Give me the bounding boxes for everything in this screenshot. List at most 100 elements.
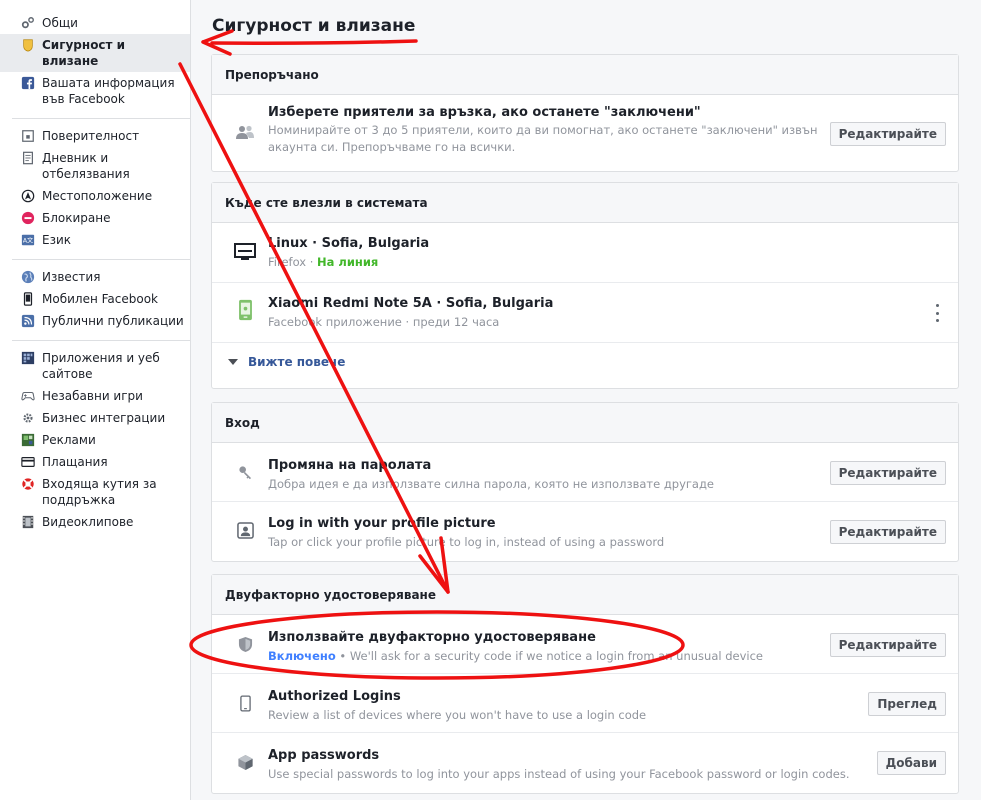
sidebar-item-security[interactable]: Сигурност и влизане bbox=[0, 34, 190, 72]
see-more-link[interactable]: Вижте повече bbox=[228, 355, 345, 369]
row-title: Изберете приятели за връзка, ако останет… bbox=[268, 105, 701, 120]
sidebar-item-label: Бизнес интеграции bbox=[42, 411, 166, 425]
ads-icon bbox=[20, 432, 36, 448]
edit-trusted-contacts-button[interactable]: Редактирайте bbox=[829, 122, 946, 146]
sidebar-item-ads[interactable]: Реклами bbox=[0, 429, 190, 451]
sidebar-item-label: Език bbox=[42, 233, 72, 247]
session-title: Xiaomi Redmi Note 5A · Sofia, Bulgaria bbox=[268, 296, 554, 311]
section-heading: Двуфакторно удостоверяване bbox=[212, 575, 958, 615]
film-icon bbox=[20, 514, 36, 530]
nav-group-privacy: Поверителност Дневник и отбелязвания Мес… bbox=[12, 119, 190, 260]
sidebar-item-label: Плащания bbox=[42, 455, 108, 469]
edit-profile-picture-login-button[interactable]: Редактирайте bbox=[829, 520, 946, 544]
shield-icon bbox=[234, 633, 256, 655]
sidebar-item-label: Дневник и отбелязвания bbox=[42, 151, 130, 181]
session-title: Linux · Sofia, Bulgaria bbox=[268, 236, 430, 251]
mobile-icon bbox=[20, 291, 36, 307]
sidebar-item-business-integrations[interactable]: Бизнес интеграции bbox=[0, 407, 190, 429]
nav-group-apps: Приложения и уеб сайтове Незабавни игри … bbox=[12, 341, 190, 541]
location-icon bbox=[20, 188, 36, 204]
app-passwords-row: App passwords Use special passwords to l… bbox=[212, 733, 958, 792]
svg-text:A文: A文 bbox=[23, 237, 33, 245]
sidebar-item-payments[interactable]: Плащания bbox=[0, 451, 190, 473]
session-subtitle: Facebook приложение · преди 12 часа bbox=[268, 315, 500, 329]
sidebar-item-language[interactable]: A文 Език bbox=[0, 229, 190, 251]
add-app-password-button[interactable]: Добави bbox=[876, 751, 946, 775]
row-title: Промяна на паролата bbox=[268, 458, 432, 473]
sidebar-item-label: Незабавни игри bbox=[42, 389, 143, 403]
sessions-card: Къде сте влезли в системата Linux · Sofi… bbox=[211, 182, 959, 389]
block-icon bbox=[20, 210, 36, 226]
gear-icon bbox=[20, 15, 36, 31]
trusted-contacts-row: Изберете приятели за връзка, ако останет… bbox=[212, 95, 958, 172]
sidebar-item-label: Вашата информация във Facebook bbox=[42, 76, 175, 106]
sidebar-item-your-information[interactable]: Вашата информация във Facebook bbox=[0, 72, 190, 110]
lock-icon bbox=[20, 128, 36, 144]
language-icon: A文 bbox=[20, 232, 36, 248]
sidebar-item-mobile[interactable]: Мобилен Facebook bbox=[0, 288, 190, 310]
sidebar-item-instant-games[interactable]: Незабавни игри bbox=[0, 385, 190, 407]
nav-group-notifications: Известия Мобилен Facebook Публични публи… bbox=[12, 260, 190, 341]
cube-icon bbox=[234, 751, 256, 773]
sidebar-item-support-inbox[interactable]: Входяща кутия за поддръжка bbox=[0, 473, 190, 511]
session-row[interactable]: Xiaomi Redmi Note 5A · Sofia, Bulgaria F… bbox=[212, 283, 958, 343]
profile-picture-login-row: Log in with your profile picture Tap or … bbox=[212, 502, 958, 561]
triangle-down-icon bbox=[228, 359, 238, 365]
row-title: App passwords bbox=[268, 748, 380, 763]
apps-icon bbox=[20, 350, 36, 366]
session-browser: Firefox · bbox=[268, 255, 318, 269]
two-factor-card: Двуфакторно удостоверяване Използвайте д… bbox=[211, 574, 959, 794]
shield-icon bbox=[20, 37, 36, 53]
facebook-icon bbox=[20, 75, 36, 91]
authorized-logins-row: Authorized Logins Review a list of devic… bbox=[212, 674, 958, 733]
see-more-row: Вижте повече bbox=[212, 343, 958, 388]
globe-icon bbox=[20, 269, 36, 285]
sidebar-item-videos[interactable]: Видеоклипове bbox=[0, 511, 190, 533]
row-subtitle: Включено • We'll ask for a security code… bbox=[268, 648, 763, 665]
nav-group-general: Общи Сигурност и влизане Вашата информац… bbox=[0, 0, 190, 119]
row-subtitle: Use special passwords to log into your a… bbox=[268, 767, 850, 781]
sidebar-item-label: Поверителност bbox=[42, 129, 140, 143]
sidebar-item-label: Мобилен Facebook bbox=[42, 292, 158, 306]
sidebar-item-label: Входяща кутия за поддръжка bbox=[42, 477, 157, 507]
see-more-label: Вижте повече bbox=[248, 355, 346, 369]
sidebar-item-blocking[interactable]: Блокиране bbox=[0, 207, 190, 229]
gamepad-icon bbox=[20, 388, 36, 404]
profile-picture-icon bbox=[234, 519, 256, 541]
sidebar-item-label: Публични публикации bbox=[42, 314, 184, 328]
more-options-icon[interactable] bbox=[934, 304, 940, 322]
edit-two-factor-button[interactable]: Редактирайте bbox=[829, 633, 946, 657]
journal-icon bbox=[20, 150, 36, 166]
view-authorized-logins-button[interactable]: Преглед bbox=[868, 692, 946, 716]
sidebar-item-label: Известия bbox=[42, 270, 101, 284]
row-title: Използвайте двуфакторно удостоверяване bbox=[268, 630, 596, 645]
session-row[interactable]: Linux · Sofia, Bulgaria Firefox · На лин… bbox=[212, 223, 958, 283]
friends-icon bbox=[234, 121, 256, 143]
sidebar-item-public-posts[interactable]: Публични публикации bbox=[0, 310, 190, 332]
page-title: Сигурност и влизане bbox=[212, 16, 416, 36]
session-subtitle: Firefox · На линия bbox=[268, 254, 378, 271]
row-subtitle: Добра идея е да използвате силна парола,… bbox=[268, 477, 714, 491]
sidebar-item-general[interactable]: Общи bbox=[0, 12, 190, 34]
recommended-card: Препоръчано Изберете приятели за връзка,… bbox=[211, 54, 959, 172]
sidebar-item-timeline-tagging[interactable]: Дневник и отбелязвания bbox=[0, 147, 190, 185]
row-subtitle: Номинирайте от 3 до 5 приятели, които да… bbox=[268, 123, 818, 154]
key-icon bbox=[234, 461, 256, 483]
login-card: Вход Промяна на паролата Добра идея е да… bbox=[211, 402, 959, 562]
settings-sidebar: Общи Сигурност и влизане Вашата информац… bbox=[0, 0, 191, 800]
enabled-status: Включено bbox=[268, 649, 336, 663]
android-phone-icon bbox=[234, 299, 256, 321]
sidebar-item-label: Видеоклипове bbox=[42, 515, 134, 529]
row-subtitle: Review a list of devices where you won't… bbox=[268, 708, 647, 722]
edit-password-button[interactable]: Редактирайте bbox=[829, 461, 946, 485]
sidebar-item-apps-websites[interactable]: Приложения и уеб сайтове bbox=[0, 347, 190, 385]
sidebar-item-label: Приложения и уеб сайтове bbox=[42, 351, 160, 381]
desktop-icon bbox=[234, 241, 256, 263]
sidebar-item-privacy[interactable]: Поверителност bbox=[0, 125, 190, 147]
sidebar-item-location[interactable]: Местоположение bbox=[0, 185, 190, 207]
online-status: На линия bbox=[317, 255, 379, 269]
sidebar-item-label: Сигурност и влизане bbox=[42, 38, 126, 68]
change-password-row: Промяна на паролата Добра идея е да изпо… bbox=[212, 443, 958, 502]
section-heading: Вход bbox=[212, 403, 958, 443]
sidebar-item-notifications[interactable]: Известия bbox=[0, 266, 190, 288]
